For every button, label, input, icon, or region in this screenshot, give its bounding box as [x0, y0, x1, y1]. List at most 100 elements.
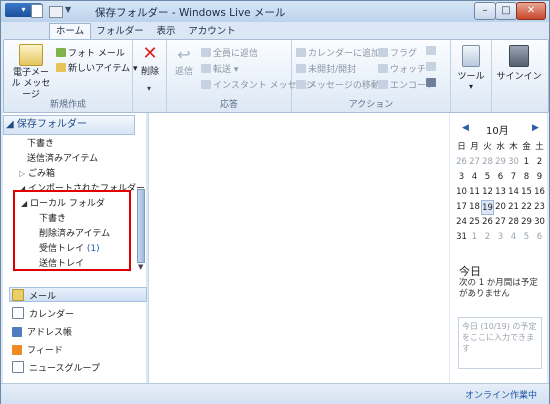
tab-account[interactable]: アカウント [187, 24, 237, 39]
calendar-day[interactable]: 10 [455, 185, 468, 200]
calendar-day[interactable]: 28 [481, 155, 494, 170]
calendar-day[interactable]: 28 [507, 215, 520, 230]
new-email-button[interactable]: 電子メール メッセージ [10, 44, 52, 101]
calendar-day[interactable]: 3 [455, 170, 468, 185]
calendar-day[interactable]: 17 [455, 200, 468, 215]
qat-dropdown-icon[interactable]: ▼ [65, 5, 79, 19]
calendar-day[interactable]: 13 [494, 185, 507, 200]
watch-icon [378, 64, 388, 73]
nav-calendar[interactable]: カレンダー [12, 307, 74, 320]
watch-button[interactable]: ウォッチ [378, 62, 426, 75]
calendar-day[interactable]: 2 [481, 230, 494, 245]
weekday-label: 水 [496, 142, 505, 152]
weekday-label: 日 [457, 142, 466, 152]
delete-dropdown-icon[interactable]: ▾ [147, 84, 151, 93]
scroll-down-icon[interactable]: ▼ [138, 263, 143, 271]
add-to-calendar-button[interactable]: カレンダーに追加 [296, 46, 380, 59]
flag-button[interactable]: フラグ [378, 46, 417, 59]
new-doc-icon[interactable] [31, 4, 43, 18]
storage-folder-header[interactable]: ◢ 保存フォルダー [3, 115, 135, 135]
calendar-day[interactable]: 1 [520, 155, 533, 170]
calendar-day[interactable]: 18 [468, 200, 481, 215]
new-item-icon [56, 63, 66, 72]
prev-month-icon[interactable]: ◀ [462, 123, 469, 133]
tab-folder[interactable]: フォルダー [95, 24, 145, 39]
tab-home[interactable]: ホーム [49, 23, 91, 39]
calendar-day[interactable]: 5 [520, 230, 533, 245]
calendar-day[interactable]: 3 [494, 230, 507, 245]
calendar-day[interactable]: 30 [507, 155, 520, 170]
tab-view[interactable]: 表示 [151, 24, 181, 39]
calendar-day[interactable]: 7 [507, 170, 520, 185]
calendar-day[interactable]: 11 [468, 185, 481, 200]
calendar-day[interactable]: 5 [481, 170, 494, 185]
message-list-pane[interactable] [148, 113, 449, 391]
calendar-grid: 日月火水木金土 26 27 28 29 30 1 2 3 4 5 6 7 8 9 10 11 12 13 14 15 16… [455, 140, 547, 245]
calendar-day[interactable]: 31 [455, 230, 468, 245]
folder-trash[interactable]: ▷ ごみ箱 [19, 166, 55, 179]
forward-button[interactable]: 転送 ▾ [201, 62, 238, 75]
calendar-day[interactable]: 26 [481, 215, 494, 230]
calendar-day[interactable]: 6 [533, 230, 546, 245]
nav-feeds[interactable]: フィード [12, 343, 63, 356]
calendar-day[interactable]: 4 [507, 230, 520, 245]
calendar-add-icon [296, 48, 306, 57]
calendar-day[interactable]: 29 [520, 215, 533, 230]
nav-newsgroups[interactable]: ニュースグループ [12, 361, 100, 374]
calendar-day[interactable]: 2 [533, 155, 546, 170]
calendar-day[interactable]: 8 [520, 170, 533, 185]
calendar-day[interactable]: 19 [481, 200, 494, 215]
next-month-icon[interactable]: ▶ [532, 123, 539, 133]
print-icon[interactable] [426, 62, 438, 73]
calendar-day[interactable]: 4 [468, 170, 481, 185]
folder-sent[interactable]: 送信済みアイテム [27, 151, 98, 164]
calendar-day[interactable]: 27 [468, 155, 481, 170]
calendar-day[interactable]: 25 [468, 215, 481, 230]
reply-all-button[interactable]: 全員に返信 [201, 46, 258, 59]
tools-button[interactable]: ツール ▾ [457, 45, 485, 91]
today-note-input[interactable]: 今日 (10/19) の予定をここに入力できます [458, 317, 542, 369]
find-icon[interactable] [426, 78, 438, 89]
move-message-button[interactable]: メッセージの移動 [296, 78, 380, 91]
online-status[interactable]: オンライン作業中 [465, 388, 537, 401]
new-item-button[interactable]: 新しいアイテム ▾ [56, 61, 138, 74]
calendar-day[interactable]: 14 [507, 185, 520, 200]
forward-icon [201, 64, 211, 73]
calendar-day[interactable]: 20 [494, 200, 507, 215]
minimize-button[interactable]: – [474, 2, 496, 20]
tools-icon [462, 45, 480, 67]
maximize-button[interactable]: □ [495, 2, 517, 20]
folder-drafts[interactable]: 下書き [27, 136, 54, 149]
calendar-day[interactable]: 16 [533, 185, 546, 200]
calendar-day[interactable]: 27 [494, 215, 507, 230]
newsgroup-icon [12, 361, 24, 373]
calendar-day[interactable]: 15 [520, 185, 533, 200]
copy-icon[interactable] [426, 46, 438, 57]
reply-button[interactable]: ↩ 返信 [171, 45, 197, 78]
calendar-day[interactable]: 22 [520, 200, 533, 215]
calendar-day[interactable]: 6 [494, 170, 507, 185]
calendar-day[interactable]: 23 [533, 200, 546, 215]
calendar-day[interactable]: 21 [507, 200, 520, 215]
delete-button[interactable]: ✕ 削除 [136, 44, 164, 78]
nav-contacts[interactable]: アドレス帳 [12, 325, 72, 338]
scroll-thumb[interactable] [137, 189, 145, 263]
expand-icon[interactable]: ▷ [19, 169, 25, 178]
actions-group: カレンダーに追加 未開封/開封 メッセージの移動 フラグ ウォッチ エンコード … [292, 40, 451, 112]
calendar-day[interactable]: 29 [494, 155, 507, 170]
calendar-day[interactable]: 9 [533, 170, 546, 185]
reply-arrow-icon: ↩ [177, 45, 191, 64]
nav-mail[interactable]: メール [12, 289, 56, 302]
envelope-icon [19, 44, 43, 66]
calendar-day[interactable]: 1 [468, 230, 481, 245]
photo-mail-button[interactable]: フォト メール [56, 46, 125, 59]
calendar-day[interactable]: 24 [455, 215, 468, 230]
mail-icon[interactable] [49, 6, 63, 18]
folder-scrollbar[interactable] [137, 189, 145, 263]
calendar-day[interactable]: 26 [455, 155, 468, 170]
unread-read-button[interactable]: 未開封/開封 [296, 62, 356, 75]
calendar-day[interactable]: 30 [533, 215, 546, 230]
signin-button[interactable]: サインイン [494, 45, 544, 82]
calendar-day[interactable]: 12 [481, 185, 494, 200]
close-button[interactable]: ✕ [516, 2, 546, 20]
